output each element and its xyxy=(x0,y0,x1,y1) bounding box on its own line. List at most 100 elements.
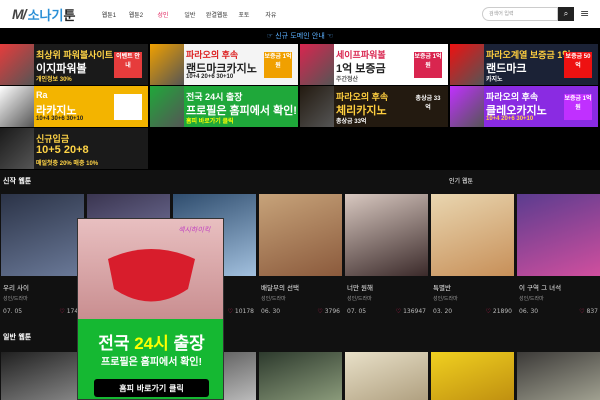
webtoon-thumbnail[interactable] xyxy=(259,352,342,400)
banner-badge: 보증금 1억원 xyxy=(114,94,142,120)
main-nav: 웹툰1 웹툰2 성인 일반 완결웹툰 포토 자유 xyxy=(95,10,284,19)
webtoon-title[interactable]: 배달부의 선택 xyxy=(261,282,299,292)
webtoon-card[interactable]: 이 구역 그 녀석 성인/드라마 06. 30 ♡ 837 xyxy=(517,194,600,320)
hamburger-icon[interactable]: ≡ xyxy=(580,8,590,20)
webtoon-date: 07. 05 xyxy=(347,308,367,315)
nav-item-0[interactable]: 웹툰1 xyxy=(95,10,122,19)
banner-line-3: 주간정산 xyxy=(336,77,359,83)
webtoon-card[interactable]: 특별반성인/드라마 03. 20 ♡ 21890 xyxy=(431,194,514,320)
ad-banner-5[interactable]: 전국 24시 출장 프로필은 홈피에서 확인! 홈피 바로가기 클릭 xyxy=(150,86,298,127)
heart-icon: ♡ xyxy=(227,308,233,315)
heart-icon: ♡ xyxy=(317,308,323,315)
section-title-popular[interactable]: 인기 웹툰 xyxy=(449,176,473,185)
ad-banner-2[interactable]: 세이프파워볼 1억 보증금 주간정산 보증금 1억원 xyxy=(300,44,448,85)
domain-notice-banner[interactable]: ☞ 신규 도메인 안내 ☜ xyxy=(0,28,600,44)
webtoon-thumbnail[interactable] xyxy=(345,352,428,400)
banner-badge: 이벤트 안내 xyxy=(114,52,142,78)
ad-banner-1[interactable]: 파라오의 후속 랜드마크카지노 10+4 20+6 30+10 보증금 1억원 xyxy=(150,44,298,85)
banner-image xyxy=(450,44,484,85)
banner-line-2: 10+5 20+8 xyxy=(36,144,89,156)
ad-popup[interactable]: 섹시하이킥 전국 24시 출장 프로필은 홈피에서 확인! 홈피 바로가기 클릭 xyxy=(77,218,224,400)
section-title-general: 일반 웹툰 xyxy=(3,333,32,341)
webtoon-card[interactable]: 배달부의 선택성인/드라마 06. 30 ♡ 3796 xyxy=(259,194,342,320)
banner-image xyxy=(0,86,34,127)
banner-badge: 보증금 1억원 xyxy=(564,94,592,120)
banner-image xyxy=(150,44,184,85)
heart-icon: ♡ xyxy=(395,308,402,315)
banner-image xyxy=(300,44,334,85)
webtoon-likes: ♡ 21890 xyxy=(485,308,512,315)
banner-line-3: 10+4 20+6 30+10 xyxy=(186,74,234,80)
banner-badge: 보증금 50억 xyxy=(564,52,592,78)
webtoon-genre: 성인/드라마 xyxy=(433,296,458,302)
banner-image xyxy=(0,128,34,169)
webtoon-likes: ♡ 3796 xyxy=(317,308,340,315)
heart-icon: ♡ xyxy=(485,308,491,315)
nav-item-1[interactable]: 웹툰2 xyxy=(122,10,149,19)
webtoon-thumbnail[interactable] xyxy=(517,194,600,276)
banner-badge: 총상금 33억 xyxy=(414,94,442,120)
search-icon[interactable]: ⌕ xyxy=(558,7,574,21)
webtoon-thumbnail[interactable] xyxy=(345,194,428,276)
nav-item-6[interactable]: 자유 xyxy=(257,10,284,19)
banner-line-3: 매일첫충 20% 매충 10% xyxy=(36,161,99,167)
popup-art xyxy=(78,219,223,399)
popup-tag: 섹시하이킥 xyxy=(178,226,211,234)
webtoon-likes: ♡ 136947 xyxy=(395,308,426,315)
banner-line-3: 홈피 바로가기 클릭 xyxy=(186,119,234,125)
banner-badge: 보증금 1억원 xyxy=(264,52,292,78)
webtoon-card[interactable]: 너만 원해성인/드라마 07. 05 ♡ 136947 xyxy=(345,194,428,320)
heart-icon: ♡ xyxy=(59,308,65,315)
nav-item-5[interactable]: 포토 xyxy=(230,10,257,19)
webtoon-title[interactable]: 이 구역 그 녀석 xyxy=(519,282,561,292)
banner-line-3: 총상금 33억 xyxy=(336,119,367,125)
banner-line-3: 10+4 20+6 30+10 xyxy=(486,116,534,122)
webtoon-date: 06. 30 xyxy=(261,308,281,315)
webtoon-card[interactable]: 우리 사이 성인/드라마 07. 05 ♡ 1743 xyxy=(1,194,84,320)
webtoon-date: 03. 20 xyxy=(433,308,453,315)
ad-banner-grid: 최상위 파워볼사이트 이지파워볼 개인정보 30% 이벤트 안내 파라오의 후속 랜드마크… xyxy=(0,44,600,170)
logo-mark: M/ xyxy=(12,6,27,22)
banner-line-3: 개인정보 30% xyxy=(36,77,72,83)
ad-banner-0[interactable]: 최상위 파워볼사이트 이지파워볼 개인정보 30% 이벤트 안내 xyxy=(0,44,148,85)
banner-line-3: 카지노 xyxy=(486,77,503,83)
webtoon-genre: 성인/드라마 xyxy=(347,296,372,302)
webtoon-genre: 성인/드라마 xyxy=(261,296,286,302)
banner-image xyxy=(0,44,34,85)
popup-subline: 프로필은 홈피에서 확인! xyxy=(101,357,202,368)
banner-image xyxy=(150,86,184,127)
ad-banner-8[interactable]: 신규입금 10+5 20+8 매일첫충 20% 매충 10% xyxy=(0,128,148,169)
webtoon-genre: 성인/드라마 xyxy=(3,296,28,302)
ad-banner-4[interactable]: Ra 라카지노 10+4 30+6 30+10 보증금 1억원 xyxy=(0,86,148,127)
webtoon-thumbnail[interactable] xyxy=(1,352,84,400)
banner-line-1: Ra xyxy=(36,90,48,100)
webtoon-thumbnail[interactable] xyxy=(517,352,600,400)
ad-banner-3[interactable]: 파라오계열 보증금 1억 랜드마크 카지노 보증금 50억 xyxy=(450,44,598,85)
nav-item-2[interactable]: 성인 xyxy=(149,10,176,19)
webtoon-thumbnail[interactable] xyxy=(431,352,514,400)
nav-item-3[interactable]: 일반 xyxy=(176,10,203,19)
popup-headline: 전국 24시 출장 xyxy=(98,334,205,353)
search-input[interactable]: 검색어 입력 xyxy=(482,7,558,21)
webtoon-thumbnail[interactable] xyxy=(259,194,342,276)
logo-text: 소나기툰 xyxy=(27,7,76,23)
nav-item-4[interactable]: 완결웹툰 xyxy=(203,10,230,19)
webtoon-date: 06. 30 xyxy=(519,308,539,315)
ad-banner-7[interactable]: 파라오의 후속 클레오카지노 10+4 20+6 30+10 보증금 1억원 xyxy=(450,86,598,127)
site-logo[interactable]: M/ 소나기툰 xyxy=(12,4,75,24)
webtoon-date: 07. 05 xyxy=(3,308,23,315)
popup-cta-button[interactable]: 홈피 바로가기 클릭 xyxy=(94,383,209,394)
banner-badge: 보증금 1억원 xyxy=(414,52,442,78)
webtoon-title[interactable]: 특별반 xyxy=(433,282,451,292)
ad-banner-6[interactable]: 파라오의 후속 체리카지노 총상금 33억 총상금 33억 xyxy=(300,86,448,127)
banner-image xyxy=(300,86,334,127)
webtoon-genre: 성인/드라마 xyxy=(519,296,544,302)
webtoon-title[interactable]: 우리 사이 xyxy=(3,282,29,292)
section-title-new: 신작 웹툰 xyxy=(3,177,32,185)
banner-image xyxy=(450,86,484,127)
webtoon-likes: ♡ 10178 xyxy=(227,308,254,315)
webtoon-thumbnail[interactable] xyxy=(1,194,84,276)
webtoon-title[interactable]: 너만 원해 xyxy=(347,282,373,292)
heart-icon: ♡ xyxy=(579,308,585,315)
webtoon-thumbnail[interactable] xyxy=(431,194,514,276)
